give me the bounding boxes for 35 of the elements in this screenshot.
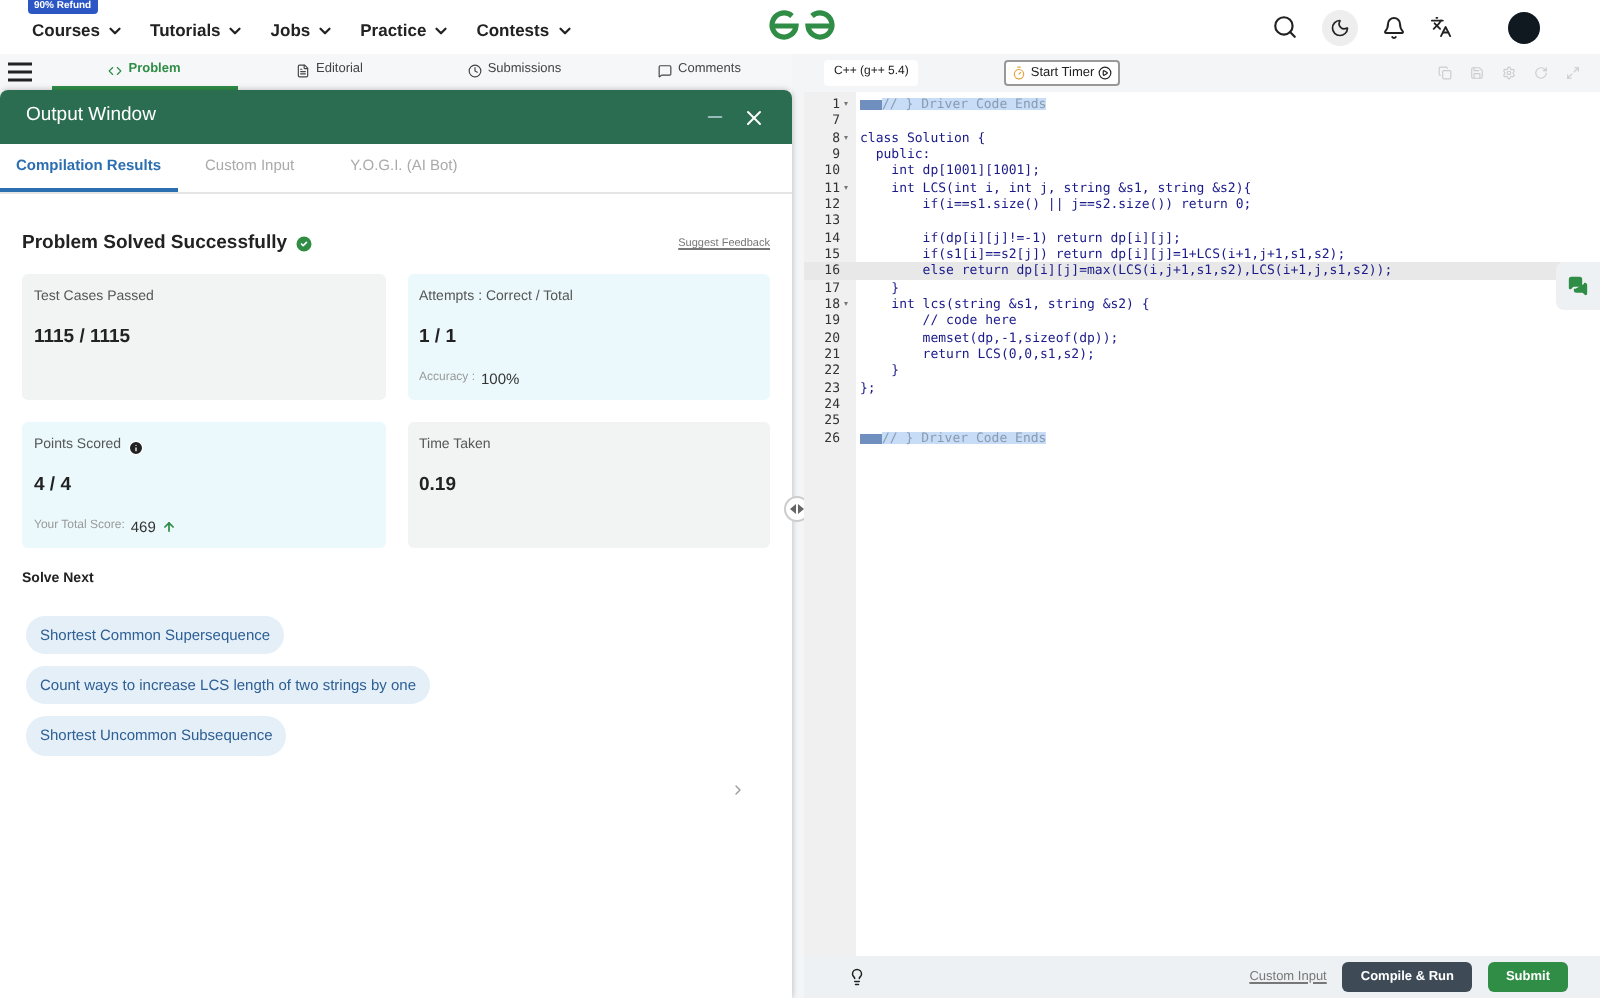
nav-menu[interactable]: Practice — [360, 17, 451, 43]
nav-menu[interactable]: Contests — [476, 17, 574, 43]
check-circle-icon — [293, 234, 314, 255]
chat-button[interactable] — [1556, 262, 1600, 310]
play-icon — [1098, 66, 1113, 80]
search-icon[interactable] — [1272, 14, 1298, 40]
stat-value: 4 / 4 — [34, 471, 73, 500]
collapsed-region-marker[interactable] — [860, 99, 882, 110]
document-icon — [296, 63, 310, 77]
translate-icon[interactable] — [1430, 16, 1452, 38]
nav-menu[interactable]: Courses — [32, 17, 125, 43]
status-heading: Problem Solved Successfully — [22, 230, 288, 258]
code-icon — [108, 63, 123, 77]
chat-bubble-icon — [658, 63, 673, 77]
logo-icon — [768, 8, 836, 44]
window-title: Output Window — [26, 102, 156, 131]
timer-icon — [1012, 66, 1027, 80]
nav-menu[interactable]: Tutorials — [150, 17, 245, 43]
nav-menu[interactable]: Jobs — [270, 17, 335, 43]
info-icon — [127, 439, 144, 455]
avatar[interactable] — [1508, 11, 1540, 43]
close-icon[interactable] — [742, 105, 766, 129]
bell-icon[interactable] — [1382, 15, 1406, 39]
stat-value: 0.19 — [419, 471, 458, 500]
collapsed-region-marker[interactable] — [860, 433, 882, 444]
moon-icon — [1330, 17, 1350, 37]
dark-mode-toggle[interactable] — [1322, 9, 1358, 45]
stat-value: 1115 / 1115 — [34, 323, 133, 352]
chat-icon — [1568, 276, 1588, 296]
menu-icon[interactable] — [8, 62, 32, 82]
chevron-right-icon[interactable] — [730, 781, 746, 797]
arrow-up-icon — [161, 520, 176, 535]
stat-value: 1 / 1 — [419, 323, 458, 352]
lightbulb-icon[interactable] — [848, 968, 866, 986]
clock-icon — [467, 63, 482, 77]
